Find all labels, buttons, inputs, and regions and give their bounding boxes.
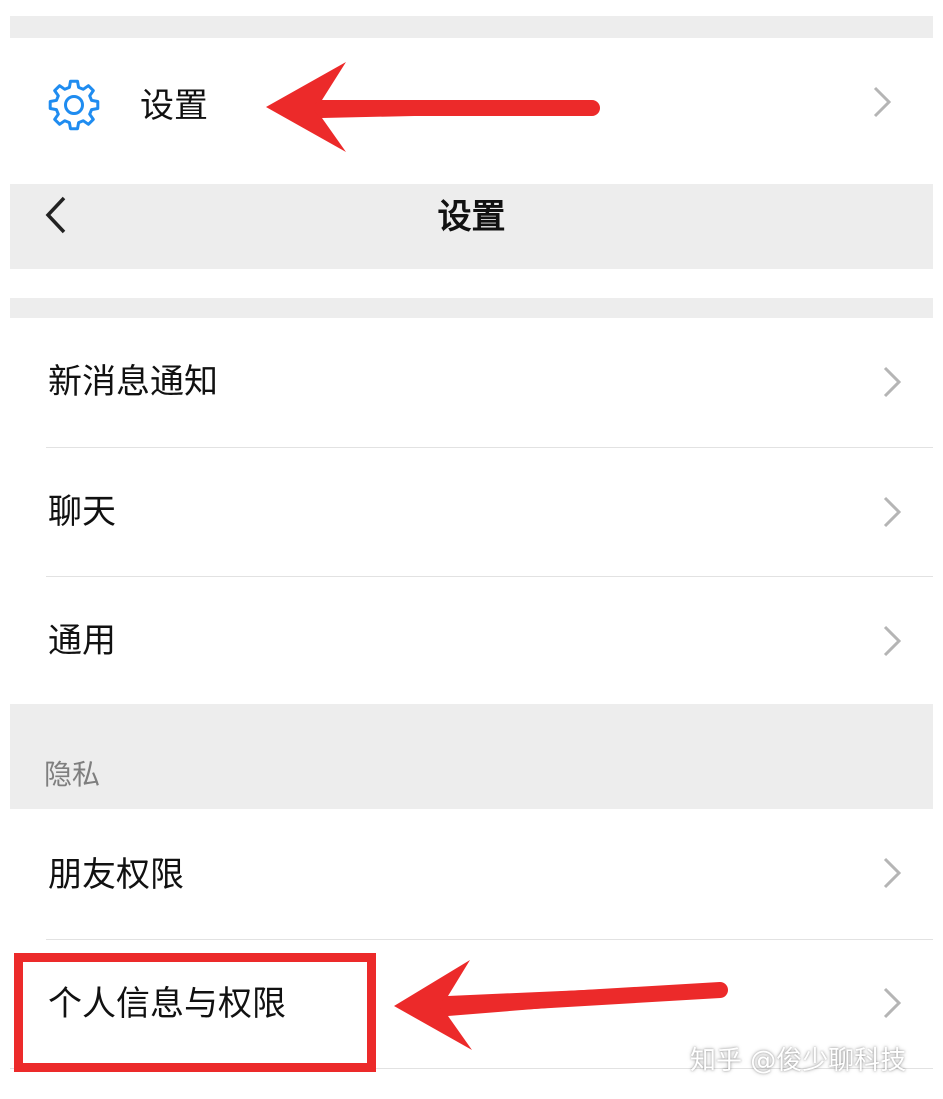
settings-entry-label: 设置: [140, 86, 208, 126]
spacer: [10, 269, 933, 298]
list-item-label: 朋友权限: [48, 855, 184, 895]
list-item-label: 新消息通知: [48, 362, 218, 402]
gear-icon: [48, 79, 100, 131]
section-header-label: 隐私: [44, 758, 101, 791]
chevron-right-icon: [883, 496, 902, 528]
page-title: 设置: [437, 197, 506, 237]
list-item-general[interactable]: 通用: [10, 577, 933, 704]
list-item-label: 聊天: [48, 492, 116, 532]
nav-gap: [10, 164, 933, 184]
annotation-highlight-box: [14, 953, 376, 1072]
section-header: [10, 704, 933, 809]
annotation-arrow-1: [266, 62, 600, 152]
list-item-friend-permissions[interactable]: 朋友权限: [10, 809, 933, 939]
list-item-new-message[interactable]: 新消息通知: [10, 318, 933, 447]
annotation-arrow-2: [394, 960, 728, 1050]
section-gap: [10, 298, 933, 318]
chevron-right-icon: [873, 86, 892, 118]
list-item-label: 通用: [48, 621, 116, 661]
chevron-right-icon: [883, 987, 902, 1019]
watermark: 知乎 @俊少聊科技: [690, 1046, 907, 1076]
chevron-right-icon: [883, 366, 902, 398]
chevron-right-icon: [883, 857, 902, 889]
list-item-chat[interactable]: 聊天: [10, 448, 933, 576]
chevron-right-icon: [883, 625, 902, 657]
top-gap: [10, 16, 933, 38]
